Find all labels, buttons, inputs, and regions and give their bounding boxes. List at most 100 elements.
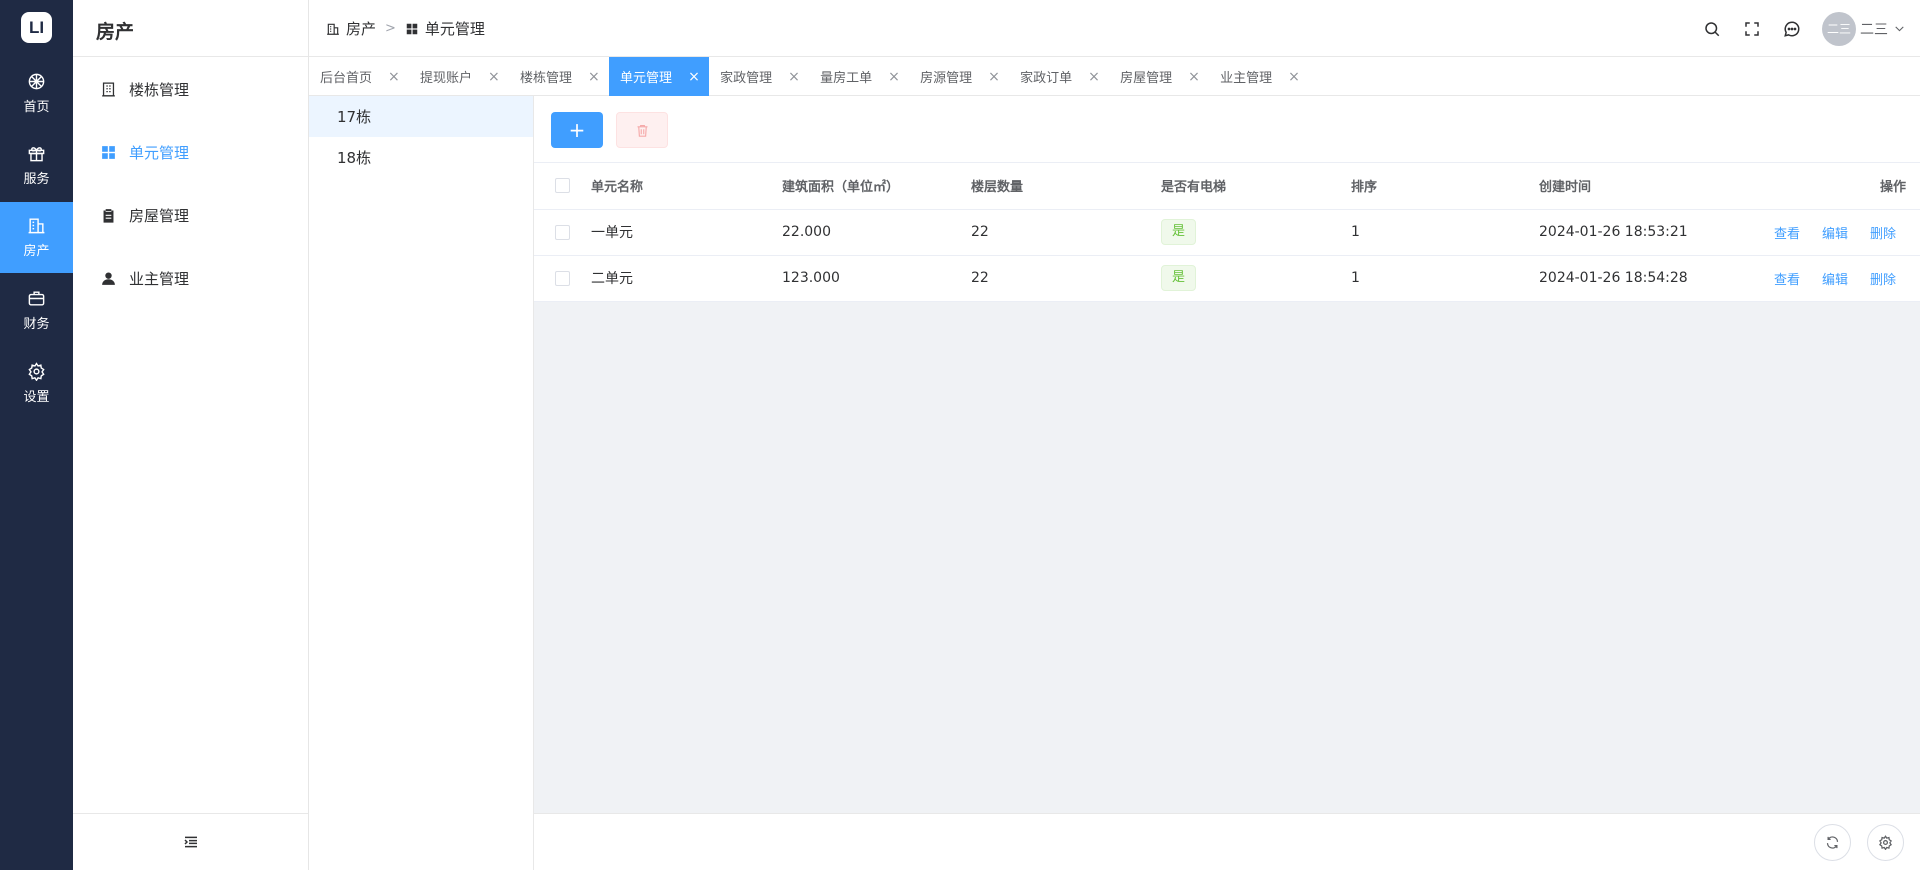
breadcrumb: 房产 > 单元管理 [326, 0, 485, 57]
edit-link[interactable]: 编辑 [1822, 273, 1848, 288]
content-area: + 单元名称 建筑面积（单位㎡） 楼层数量 是否有电梯 排序 创建时间 操作 一… [534, 96, 1920, 870]
sidebar-item-buildings[interactable]: 楼栋管理 [73, 69, 308, 109]
person-icon [102, 271, 115, 285]
tab-label: 楼栋管理 [520, 71, 573, 86]
messages-button[interactable] [1782, 19, 1802, 39]
avatar: 二三 [1822, 11, 1856, 46]
sidebar-item-label: 业主管理 [129, 269, 190, 288]
close-icon[interactable]: × [988, 69, 1000, 85]
delete-selected-button[interactable] [616, 112, 668, 148]
column-header[interactable]: 是否有电梯 [1161, 163, 1351, 210]
add-button[interactable]: + [551, 112, 603, 148]
rail-item-label: 服务 [23, 172, 50, 187]
row-checkbox[interactable] [555, 270, 570, 286]
cell-sort: 1 [1351, 209, 1539, 256]
table-footer [534, 813, 1920, 870]
sidebar-item-label: 楼栋管理 [129, 80, 190, 99]
rail-item-finance[interactable]: 财务 [0, 275, 73, 346]
table-row: 二单元 123.000 22 是 1 2024-01-26 18:54:28 查… [534, 255, 1920, 302]
breadcrumb-item-property[interactable]: 房产 [326, 18, 376, 39]
chevron-down-icon [1895, 26, 1904, 32]
delete-link[interactable]: 删除 [1870, 273, 1896, 288]
tab-label: 业主管理 [1220, 71, 1273, 86]
cell-area: 123.000 [782, 255, 971, 302]
tree-node-building[interactable]: 17栋 [309, 96, 533, 137]
app-logo[interactable]: LI [21, 12, 52, 43]
close-icon[interactable]: × [1088, 69, 1100, 85]
tab-withdraw-account[interactable]: 提现账户 × [409, 57, 509, 96]
column-settings-button[interactable] [1867, 824, 1904, 861]
close-icon[interactable]: × [1188, 69, 1200, 85]
close-icon[interactable]: × [1288, 69, 1300, 85]
view-link[interactable]: 查看 [1774, 273, 1800, 288]
clipboard-icon [103, 208, 114, 223]
cell-created: 2024-01-26 18:54:28 [1539, 255, 1739, 302]
grid-icon [406, 23, 418, 34]
tab-buildings[interactable]: 楼栋管理 × [509, 57, 609, 96]
tab-dashboard[interactable]: 后台首页 × [309, 57, 409, 96]
column-header[interactable]: 创建时间 [1539, 163, 1739, 210]
rail-item-home[interactable]: 首页 [0, 58, 73, 129]
tab-owners[interactable]: 业主管理 × [1209, 57, 1309, 96]
menu-fold-icon [183, 836, 197, 848]
tab-label: 家政管理 [720, 71, 773, 86]
user-menu[interactable]: 二三 二三 [1822, 11, 1906, 46]
tab-houses[interactable]: 房屋管理 × [1109, 57, 1209, 96]
sidebar-item-units[interactable]: 单元管理 [73, 132, 308, 172]
rail-item-property[interactable]: 房产 [0, 202, 73, 273]
column-header[interactable]: 楼层数量 [971, 163, 1161, 210]
table-row: 一单元 22.000 22 是 1 2024-01-26 18:53:21 查看… [534, 209, 1920, 256]
sidebar-item-houses[interactable]: 房屋管理 [73, 195, 308, 235]
delete-link[interactable]: 删除 [1870, 227, 1896, 242]
close-icon[interactable]: × [488, 69, 500, 85]
fullscreen-button[interactable] [1742, 19, 1762, 39]
sidebar-item-label: 房屋管理 [129, 206, 190, 225]
breadcrumb-label: 单元管理 [424, 20, 485, 38]
close-icon[interactable]: × [588, 69, 600, 85]
row-checkbox[interactable] [555, 224, 570, 240]
rail-item-settings[interactable]: 设置 [0, 348, 73, 419]
tab-units[interactable]: 单元管理 × [609, 57, 710, 96]
cell-floors: 22 [971, 255, 1161, 302]
close-icon[interactable]: × [888, 69, 900, 85]
tab-listings[interactable]: 房源管理 × [909, 57, 1009, 96]
fullscreen-icon [1745, 21, 1759, 36]
tab-label: 家政订单 [1020, 71, 1073, 86]
tab-label: 房源管理 [920, 71, 973, 86]
rail-item-label: 设置 [23, 390, 50, 405]
edit-link[interactable]: 编辑 [1822, 227, 1848, 242]
close-icon[interactable]: × [688, 69, 700, 85]
rail-item-service[interactable]: 服务 [0, 130, 73, 201]
office-building-icon [102, 81, 115, 97]
chat-icon [1784, 20, 1800, 37]
column-header: 操作 [1739, 163, 1920, 210]
rail-item-label: 房产 [23, 244, 50, 259]
divider [73, 56, 308, 57]
tab-label: 单元管理 [620, 71, 673, 86]
search-icon [1705, 21, 1720, 36]
building-icon [327, 23, 339, 35]
tab-label: 后台首页 [320, 71, 373, 86]
view-link[interactable]: 查看 [1774, 227, 1800, 242]
column-header[interactable]: 排序 [1351, 163, 1539, 210]
table-toolbar: + [534, 96, 1920, 163]
cell-sort: 1 [1351, 255, 1539, 302]
select-all-checkbox[interactable] [555, 178, 570, 194]
tree-node-building[interactable]: 18栋 [309, 137, 533, 178]
column-header[interactable]: 单元名称 [591, 163, 782, 210]
tab-housekeeping[interactable]: 家政管理 × [709, 57, 809, 96]
sidebar-item-label: 单元管理 [129, 143, 190, 162]
cell-unit-name: 二单元 [591, 255, 782, 302]
column-header[interactable]: 建筑面积（单位㎡） [782, 163, 971, 210]
sidebar-item-owners[interactable]: 业主管理 [73, 258, 308, 298]
search-button[interactable] [1702, 19, 1722, 39]
tab-measure-orders[interactable]: 量房工单 × [809, 57, 909, 96]
tab-housekeeping-orders[interactable]: 家政订单 × [1009, 57, 1109, 96]
refresh-button[interactable] [1814, 824, 1851, 861]
collapse-sidebar-button[interactable] [73, 813, 308, 870]
rail-item-label: 首页 [23, 100, 50, 115]
page-tabs: 后台首页 × 提现账户 × 楼栋管理 × 单元管理 × 家政管理 × 量房工单 × 房源管理… [309, 57, 1920, 96]
close-icon[interactable]: × [388, 69, 400, 85]
close-icon[interactable]: × [788, 69, 800, 85]
header-tools: 二三 二三 [1682, 0, 1906, 57]
